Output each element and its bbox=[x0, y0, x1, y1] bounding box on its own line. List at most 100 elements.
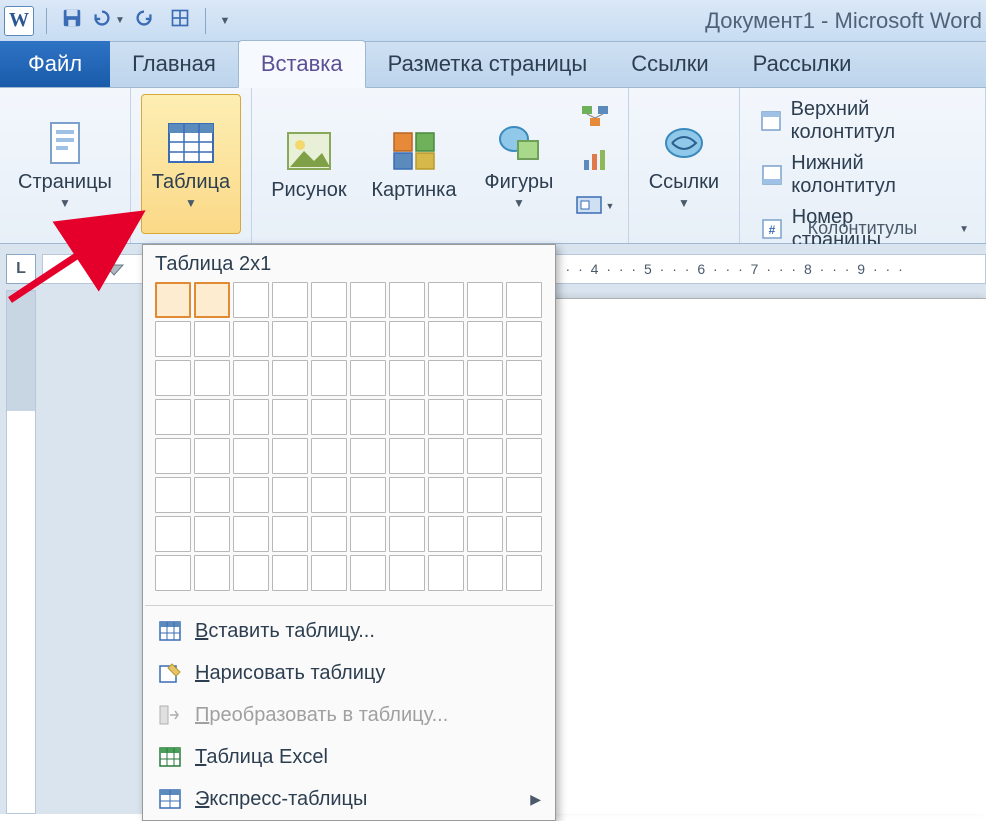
table-grid-cell[interactable] bbox=[194, 477, 230, 513]
table-grid-cell[interactable] bbox=[467, 360, 503, 396]
table-grid-cell[interactable] bbox=[428, 477, 464, 513]
table-grid-cell[interactable] bbox=[428, 555, 464, 591]
table-grid-cell[interactable] bbox=[506, 438, 542, 474]
table-grid-cell[interactable] bbox=[311, 360, 347, 396]
save-button[interactable] bbox=[57, 6, 87, 36]
table-grid-cell[interactable] bbox=[194, 282, 230, 318]
table-grid-cell[interactable] bbox=[389, 516, 425, 552]
tab-page-layout[interactable]: Разметка страницы bbox=[366, 41, 610, 87]
chart-button[interactable] bbox=[572, 142, 618, 182]
table-grid-cell[interactable] bbox=[350, 555, 386, 591]
table-grid-cell[interactable] bbox=[428, 438, 464, 474]
table-grid-cell[interactable] bbox=[194, 321, 230, 357]
table-grid-cell[interactable] bbox=[272, 321, 308, 357]
table-grid-cell[interactable] bbox=[155, 321, 191, 357]
table-grid-cell[interactable] bbox=[428, 321, 464, 357]
table-button[interactable]: Таблица ▼ bbox=[141, 94, 241, 234]
table-grid-cell[interactable] bbox=[272, 399, 308, 435]
vertical-ruler[interactable] bbox=[6, 290, 36, 814]
undo-button[interactable]: ▼ bbox=[93, 6, 123, 36]
table-grid-cell[interactable] bbox=[389, 438, 425, 474]
pages-button[interactable]: Страницы ▼ bbox=[10, 94, 120, 234]
table-grid-cell[interactable] bbox=[272, 438, 308, 474]
table-grid-cell[interactable] bbox=[428, 360, 464, 396]
header-button[interactable]: Верхний колонтитул bbox=[754, 94, 975, 148]
table-grid-cell[interactable] bbox=[467, 321, 503, 357]
table-grid-cell[interactable] bbox=[467, 399, 503, 435]
table-grid-cell[interactable] bbox=[350, 399, 386, 435]
table-grid-cell[interactable] bbox=[155, 477, 191, 513]
table-grid-cell[interactable] bbox=[155, 360, 191, 396]
table-grid-cell[interactable] bbox=[506, 399, 542, 435]
footer-button[interactable]: Нижний колонтитул bbox=[754, 148, 975, 202]
table-grid-cell[interactable] bbox=[233, 282, 269, 318]
picture-button[interactable]: Рисунок bbox=[262, 94, 356, 234]
table-grid-cell[interactable] bbox=[311, 399, 347, 435]
table-grid-cell[interactable] bbox=[506, 321, 542, 357]
table-grid-cell[interactable] bbox=[233, 321, 269, 357]
table-grid-cell[interactable] bbox=[272, 360, 308, 396]
table-grid-cell[interactable] bbox=[467, 555, 503, 591]
excel-table-item[interactable]: Таблица Excel bbox=[143, 736, 555, 778]
table-grid-cell[interactable] bbox=[233, 360, 269, 396]
tab-references[interactable]: Ссылки bbox=[609, 41, 730, 87]
table-size-grid[interactable] bbox=[143, 282, 555, 601]
tab-home[interactable]: Главная bbox=[110, 41, 238, 87]
table-grid-cell[interactable] bbox=[155, 282, 191, 318]
smartart-button[interactable] bbox=[572, 98, 618, 138]
table-grid-cell[interactable] bbox=[272, 516, 308, 552]
table-grid-cell[interactable] bbox=[194, 438, 230, 474]
table-grid-cell[interactable] bbox=[194, 360, 230, 396]
table-grid-cell[interactable] bbox=[233, 477, 269, 513]
tab-mailings[interactable]: Рассылки bbox=[731, 41, 874, 87]
table-grid-cell[interactable] bbox=[389, 321, 425, 357]
table-grid-cell[interactable] bbox=[506, 360, 542, 396]
table-grid-cell[interactable] bbox=[311, 438, 347, 474]
clipart-button[interactable]: Картинка bbox=[362, 94, 466, 234]
table-grid-cell[interactable] bbox=[428, 399, 464, 435]
table-grid-cell[interactable] bbox=[350, 438, 386, 474]
table-grid-cell[interactable] bbox=[389, 282, 425, 318]
table-grid-cell[interactable] bbox=[350, 282, 386, 318]
table-grid-cell[interactable] bbox=[311, 555, 347, 591]
table-grid-cell[interactable] bbox=[272, 477, 308, 513]
tab-file[interactable]: Файл bbox=[0, 41, 110, 87]
table-grid-cell[interactable] bbox=[272, 282, 308, 318]
table-grid-cell[interactable] bbox=[311, 282, 347, 318]
table-grid-cell[interactable] bbox=[428, 516, 464, 552]
table-grid-cell[interactable] bbox=[506, 555, 542, 591]
table-grid-cell[interactable] bbox=[506, 282, 542, 318]
table-grid-cell[interactable] bbox=[350, 321, 386, 357]
table-grid-cell[interactable] bbox=[155, 438, 191, 474]
table-grid-cell[interactable] bbox=[350, 516, 386, 552]
table-grid-cell[interactable] bbox=[467, 516, 503, 552]
table-grid-cell[interactable] bbox=[389, 399, 425, 435]
table-grid-cell[interactable] bbox=[311, 477, 347, 513]
table-grid-cell[interactable] bbox=[389, 555, 425, 591]
table-grid-cell[interactable] bbox=[428, 282, 464, 318]
table-grid-cell[interactable] bbox=[155, 399, 191, 435]
table-grid-cell[interactable] bbox=[194, 555, 230, 591]
table-grid-cell[interactable] bbox=[155, 516, 191, 552]
insert-table-item[interactable]: Вставить таблицу... bbox=[143, 610, 555, 652]
table-grid-cell[interactable] bbox=[467, 282, 503, 318]
table-grid-cell[interactable] bbox=[194, 399, 230, 435]
redo-button[interactable] bbox=[129, 6, 159, 36]
table-grid-cell[interactable] bbox=[350, 477, 386, 513]
table-grid-cell[interactable] bbox=[311, 321, 347, 357]
table-grid-cell[interactable] bbox=[506, 477, 542, 513]
links-button[interactable]: Ссылки ▼ bbox=[639, 94, 729, 234]
qat-customize-button[interactable]: ▼ bbox=[216, 6, 234, 36]
table-grid-cell[interactable] bbox=[233, 438, 269, 474]
table-grid-cell[interactable] bbox=[233, 399, 269, 435]
table-grid-cell[interactable] bbox=[233, 516, 269, 552]
table-grid-cell[interactable] bbox=[155, 555, 191, 591]
table-grid-cell[interactable] bbox=[389, 360, 425, 396]
draw-table-item[interactable]: Нарисовать таблицу bbox=[143, 652, 555, 694]
table-grid-cell[interactable] bbox=[389, 477, 425, 513]
table-grid-cell[interactable] bbox=[350, 360, 386, 396]
table-grid-cell[interactable] bbox=[233, 555, 269, 591]
table-grid-cell[interactable] bbox=[311, 516, 347, 552]
table-grid-cell[interactable] bbox=[272, 555, 308, 591]
qat-extra-button[interactable] bbox=[165, 6, 195, 36]
